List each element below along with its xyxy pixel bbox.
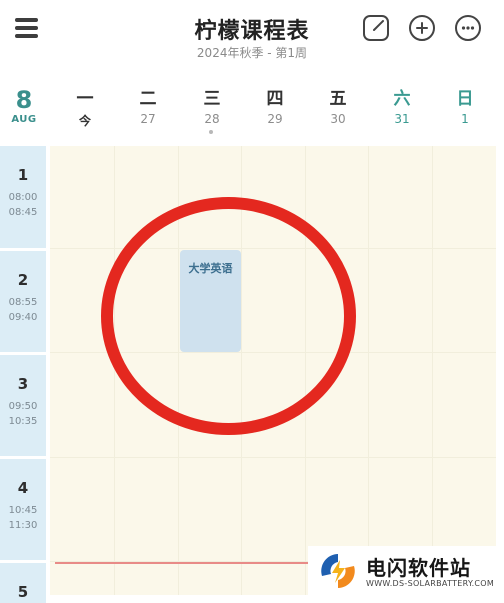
day-name: 一 xyxy=(76,89,94,109)
period-number: 2 xyxy=(17,271,29,289)
day-name: 二 xyxy=(139,89,157,109)
annotation-circle xyxy=(101,197,356,435)
period-start-time: 10:45 xyxy=(8,505,38,516)
day-name: 四 xyxy=(266,89,284,109)
semester-week-label: 2024年秋季 - 第1周 xyxy=(196,46,308,60)
period-start-time: 08:55 xyxy=(8,297,38,308)
period-number: 5 xyxy=(17,583,29,601)
more-icon[interactable] xyxy=(455,15,481,41)
period-end-time: 11:30 xyxy=(8,520,38,531)
watermark: 电闪软件站 WWW.DS-SOLARBATTERY.COM xyxy=(308,546,504,595)
day-name: 日 xyxy=(456,89,474,109)
day-column-tue[interactable]: 二 27 xyxy=(118,88,178,126)
week-header: 8 AUG 一 今 二 27 三 28 四 29 五 30 六 31 日 1 xyxy=(0,80,504,140)
period-end-time: 09:40 xyxy=(8,312,38,323)
day-column-mon[interactable]: 一 今 xyxy=(55,88,115,129)
day-date: 30 xyxy=(330,112,346,126)
period-number: 1 xyxy=(17,166,29,184)
grid-divider xyxy=(432,146,433,595)
grid-divider xyxy=(50,457,496,458)
day-name: 五 xyxy=(329,89,347,109)
watermark-name: 电闪软件站 xyxy=(366,556,471,580)
period-row-4: 4 10:45 11:30 xyxy=(0,459,46,560)
period-row-5: 5 xyxy=(0,563,46,603)
day-date: 31 xyxy=(394,112,410,126)
month-indicator: 8 AUG xyxy=(0,86,48,125)
top-bar: 柠檬课程表 2024年秋季 - 第1周 xyxy=(0,0,504,80)
day-column-fri[interactable]: 五 30 xyxy=(308,88,368,126)
current-time-line xyxy=(55,562,310,564)
day-name: 三 xyxy=(203,89,221,109)
period-start-time: 09:50 xyxy=(8,401,38,412)
period-end-time: 08:45 xyxy=(8,207,38,218)
day-date: 1 xyxy=(461,112,469,126)
grid-divider xyxy=(368,146,369,595)
day-column-wed[interactable]: 三 28 xyxy=(182,88,242,126)
period-row-3: 3 09:50 10:35 xyxy=(0,355,46,456)
day-column-thu[interactable]: 四 29 xyxy=(245,88,305,126)
day-date: 28 xyxy=(204,112,220,126)
today-indicator-dot xyxy=(209,130,213,134)
period-end-time: 10:35 xyxy=(8,416,38,427)
add-icon[interactable] xyxy=(409,15,435,41)
day-name: 六 xyxy=(393,89,411,109)
period-number: 3 xyxy=(17,375,29,393)
watermark-url: WWW.DS-SOLARBATTERY.COM xyxy=(366,579,495,588)
month-abbreviation: AUG xyxy=(11,114,37,125)
watermark-logo-icon xyxy=(321,554,355,588)
day-date: 27 xyxy=(140,112,156,126)
period-row-2: 2 08:55 09:40 xyxy=(0,251,46,352)
edit-icon[interactable] xyxy=(363,15,389,41)
period-row-1: 1 08:00 08:45 xyxy=(0,146,46,248)
day-date: 今 xyxy=(78,114,91,128)
day-column-sun[interactable]: 日 1 xyxy=(435,88,495,126)
day-date: 29 xyxy=(267,112,283,126)
period-start-time: 08:00 xyxy=(8,192,38,203)
month-number: 8 xyxy=(15,86,33,114)
period-number: 4 xyxy=(17,479,29,497)
day-column-sat[interactable]: 六 31 xyxy=(372,88,432,126)
